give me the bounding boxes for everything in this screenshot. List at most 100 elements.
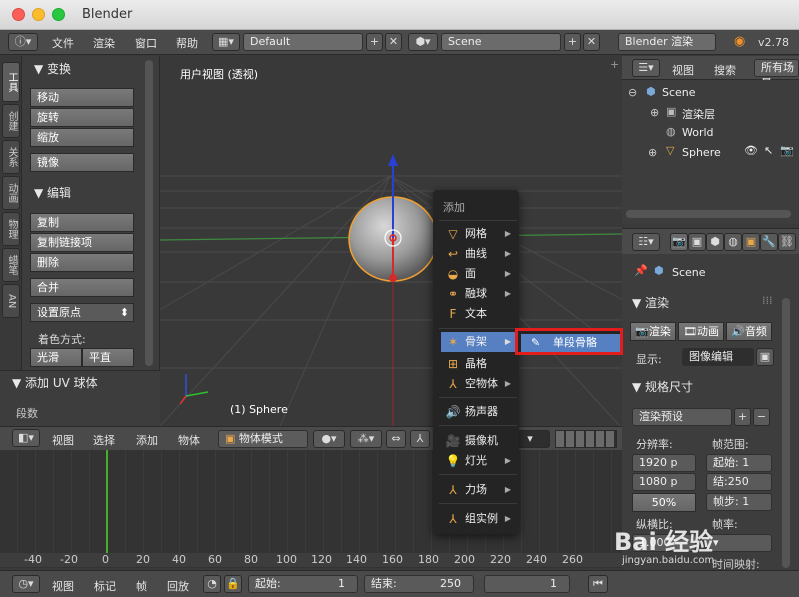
lock-icon[interactable]: 🔒 (224, 575, 242, 593)
outliner-scrollbar[interactable] (626, 210, 791, 218)
tree-item-world[interactable]: World (682, 126, 714, 139)
operator-panel-header[interactable]: ▼ 添加 UV 球体 (12, 374, 98, 391)
tree-item-renderlayers[interactable]: 渲染层 (682, 106, 715, 122)
menu-file[interactable]: 文件 (52, 35, 74, 51)
tree-item-scene[interactable]: Scene (662, 86, 696, 99)
frame-end-field[interactable]: 结:250 (706, 473, 772, 491)
tab-tools[interactable]: 工具 (2, 62, 20, 102)
menu-item-forcefield[interactable]: ⅄ 力场 ▶ (441, 480, 515, 500)
menu-help[interactable]: 帮助 (176, 35, 198, 51)
frame-step-field[interactable]: 帧步: 1 (706, 493, 772, 511)
single-bone-item[interactable]: ✎ 单段骨骼 (521, 334, 620, 352)
pin-icon[interactable]: 📌 (634, 264, 648, 277)
set-origin-select[interactable]: 设置原点 ⬍ (30, 303, 134, 322)
menu-select[interactable]: 选择 (93, 432, 115, 448)
menu-item-mesh[interactable]: ▽ 网格 ▶ (441, 224, 515, 244)
rotate-button[interactable]: 旋转 (30, 108, 134, 127)
expand-icon[interactable]: ⊕ (648, 146, 657, 159)
tab-create[interactable]: 创建 (2, 104, 20, 138)
shelf-scrollbar[interactable] (145, 60, 153, 366)
visibility-icon[interactable]: 👁 (744, 144, 758, 157)
end-frame-field[interactable]: 结束: 250 (364, 575, 474, 593)
outliner-menu-search[interactable]: 搜索 (714, 62, 736, 78)
current-frame-field[interactable]: 1 (484, 575, 570, 593)
menu-item-speaker[interactable]: 🔊 扬声器 (441, 402, 515, 422)
tl-menu-playback[interactable]: 回放 (167, 578, 189, 594)
object-tab-icon[interactable]: ▣ (742, 233, 760, 251)
audio-button[interactable]: 🔊音频 (726, 322, 772, 341)
duplicate-button[interactable]: 复制 (30, 213, 134, 232)
renderlayer-tab-icon[interactable]: ▣ (688, 233, 706, 251)
render-button[interactable]: 📷渲染 (630, 322, 676, 341)
tl-menu-frame[interactable]: 帧 (136, 578, 147, 594)
menu-item-curve[interactable]: ↩ 曲线 ▶ (441, 244, 515, 264)
3d-viewport[interactable]: 用户视图 (透视) (1) Sphere + (160, 56, 622, 426)
properties-scrollbar[interactable] (782, 298, 790, 568)
timeline-editor-icon[interactable]: ◷▾ (12, 575, 40, 593)
scene-field[interactable]: Scene (441, 33, 561, 51)
current-frame-line[interactable] (106, 450, 108, 553)
menu-item-surface[interactable]: ◒ 面 ▶ (441, 264, 515, 284)
expand-icon[interactable]: ⊕ (650, 106, 659, 119)
frame-start-field[interactable]: 起始: 1 (706, 454, 772, 472)
render-tab-icon[interactable]: 📷 (670, 233, 688, 251)
menu-render[interactable]: 渲染 (93, 35, 115, 51)
menu-item-lattice[interactable]: ⊞ 晶格 (441, 354, 515, 374)
frame-rate-select[interactable]: ▾ (706, 534, 772, 552)
pivot-icon[interactable]: ⁂▾ (350, 430, 382, 448)
render-preset-select[interactable]: 渲染预设 (632, 408, 732, 426)
scene-icon[interactable]: ⬢▾ (408, 33, 438, 51)
outliner-menu-view[interactable]: 视图 (672, 62, 694, 78)
add-layout-icon[interactable]: + (366, 33, 383, 51)
selectability-icon[interactable]: ↖ (764, 144, 773, 157)
resolution-x-field[interactable]: 1920 p (632, 454, 696, 472)
mode-select[interactable]: ▣ 物体模式 (218, 430, 308, 448)
menu-window[interactable]: 窗口 (135, 35, 157, 51)
render-visibility-icon[interactable]: 📷 (780, 144, 794, 157)
join-button[interactable]: 合并 (30, 278, 134, 297)
remove-layout-icon[interactable]: ✕ (385, 33, 402, 51)
render-engine-select[interactable]: Blender 渲染 (618, 33, 716, 51)
add-preset-icon[interactable]: + (734, 408, 751, 426)
delete-button[interactable]: 删除 (30, 253, 134, 272)
layer-buttons[interactable] (555, 430, 617, 448)
smooth-button[interactable]: 光滑 (30, 348, 82, 367)
transform-panel-header[interactable]: ▼ 变换 (34, 60, 71, 77)
manipulator-icon[interactable]: ⇔ (386, 430, 406, 448)
resolution-y-field[interactable]: 1080 p (632, 473, 696, 491)
world-tab-icon[interactable]: ◍ (724, 233, 742, 251)
menu-add[interactable]: 添加 (136, 432, 158, 448)
maximize-window-button[interactable] (52, 8, 65, 21)
mirror-button[interactable]: 镜像 (30, 153, 134, 172)
add-scene-icon[interactable]: + (564, 33, 581, 51)
menu-item-lamp[interactable]: 💡 灯光 ▶ (441, 451, 515, 471)
menu-item-metaball[interactable]: ⚭ 融球 ▶ (441, 284, 515, 304)
menu-item-camera[interactable]: 🎥 摄像机 (441, 431, 515, 451)
collapse-icon[interactable]: ⊖ (628, 86, 637, 99)
minimize-window-button[interactable] (32, 8, 45, 21)
start-frame-field[interactable]: 起始: 1 (248, 575, 358, 593)
tree-item-sphere[interactable]: Sphere (682, 146, 721, 159)
outliner-editor-icon[interactable]: ☰▾ (632, 59, 660, 77)
edit-panel-header[interactable]: ▼ 编辑 (34, 184, 71, 201)
tab-relations[interactable]: 关系 (2, 140, 20, 174)
keying-icon[interactable]: ◔ (203, 575, 221, 593)
panel-grip-icon[interactable]: ⁞⁞⁞ (762, 294, 773, 307)
tab-an[interactable]: AN (2, 284, 20, 318)
menu-item-text[interactable]: F 文本 (441, 304, 515, 324)
scene-tab-icon[interactable]: ⬢ (706, 233, 724, 251)
viewport-corner-icon[interactable]: + (610, 58, 619, 71)
constraint-tab-icon[interactable]: ⛓ (778, 233, 796, 251)
menu-item-armature[interactable]: ✶ 骨架 ▶ (441, 332, 515, 352)
timeline-area[interactable] (0, 450, 622, 568)
display-select[interactable]: 图像编辑 (682, 348, 754, 366)
properties-editor-icon[interactable]: ☷▾ (632, 233, 660, 251)
menu-object[interactable]: 物体 (178, 432, 200, 448)
tl-menu-view[interactable]: 视图 (52, 578, 74, 594)
remove-scene-icon[interactable]: ✕ (583, 33, 600, 51)
animation-button[interactable]: 🎞动画 (678, 322, 724, 341)
render-panel-header[interactable]: ▼ 渲染 (632, 294, 669, 311)
tab-animation[interactable]: 动画 (2, 176, 20, 210)
menu-view[interactable]: 视图 (52, 432, 74, 448)
duplicate-linked-button[interactable]: 复制链接项 (30, 233, 134, 252)
